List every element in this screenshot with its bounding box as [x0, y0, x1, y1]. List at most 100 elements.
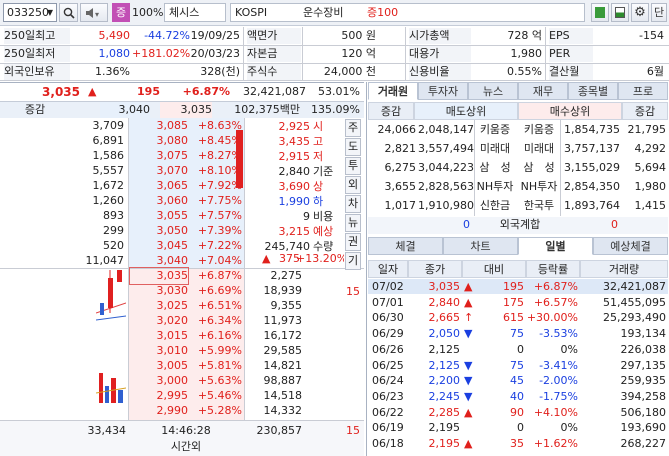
daily-rate: +6.57%	[533, 295, 578, 309]
bid-qty[interactable]: 18,939	[246, 283, 303, 299]
right-tab[interactable]: 투자자	[418, 82, 468, 100]
speaker-icon[interactable]: ▾	[80, 3, 108, 22]
lower-tab[interactable]: 예상체결	[593, 237, 668, 255]
ask-price[interactable]: 3,045	[130, 238, 189, 254]
ask-price[interactable]: 3,060	[130, 193, 189, 209]
ask-qty[interactable]: 1,586	[40, 148, 125, 164]
ask-qty[interactable]: 299	[40, 223, 124, 239]
ask-price[interactable]: 3,050	[130, 223, 189, 239]
ask-qty[interactable]: 5,557	[40, 163, 125, 179]
right-tab[interactable]: 거래원	[368, 82, 418, 100]
daily-date: 06/23	[372, 389, 404, 403]
after-hours-label[interactable]: 시간외	[130, 439, 242, 455]
gear-icon[interactable]: ⚙	[631, 3, 649, 22]
right-tab[interactable]: 뉴스	[468, 82, 518, 100]
bid-qty[interactable]: 2,275	[246, 268, 303, 284]
broker-cell[interactable]: NH투자	[518, 179, 560, 195]
side-tab[interactable]: 외	[345, 176, 361, 194]
ask-rate: +8.45%	[197, 134, 242, 147]
side-tab[interactable]: 주	[345, 119, 361, 137]
broker-cell[interactable]: 신한금	[474, 198, 516, 214]
ask-qty[interactable]: 11,047	[40, 253, 125, 269]
sub-amount: 102,375백만	[234, 103, 300, 116]
zoom-level[interactable]: 100%	[132, 4, 163, 21]
ask-price[interactable]: 3,085	[130, 118, 189, 134]
lower-tab[interactable]: 체결	[368, 237, 443, 255]
ask-rate: +8.10%	[197, 164, 242, 177]
bid-price[interactable]: 3,015	[130, 328, 189, 344]
bid-price[interactable]: 3,000	[130, 373, 189, 389]
daily-diff: 615	[503, 311, 524, 325]
ask-price[interactable]: 3,080	[130, 133, 189, 149]
bid-qty[interactable]: 14,332	[246, 403, 303, 419]
broker-cell[interactable]: 삼 성	[518, 160, 560, 176]
bid-qty[interactable]: 11,973	[246, 313, 303, 329]
bid-qty[interactable]: 9,355	[246, 298, 303, 314]
daily-close: 2,195	[428, 421, 461, 435]
daily-diff: 35	[510, 437, 524, 450]
bid-qty[interactable]: 16,172	[246, 328, 303, 344]
change-arrow: ▲	[88, 85, 97, 98]
ask-price[interactable]: 3,075	[130, 148, 189, 164]
broker-cell: 3,155,029	[564, 161, 620, 174]
mini-chart	[95, 268, 127, 423]
bid-price[interactable]: 3,025	[130, 298, 189, 314]
broker-cell[interactable]: 미래대	[474, 141, 516, 157]
foreign-sell: 0	[463, 218, 470, 231]
bid-qty[interactable]: 29,585	[246, 343, 303, 359]
ask-price[interactable]: 3,055	[130, 208, 189, 224]
bid-price[interactable]: 3,010	[130, 343, 189, 359]
broker-cell[interactable]: 키움증	[474, 122, 516, 138]
right-tab[interactable]: 프로	[618, 82, 668, 100]
side-tab[interactable]: 뉴	[345, 214, 361, 232]
bid-qty[interactable]: 98,887	[246, 373, 303, 389]
bid-price[interactable]: 3,035	[129, 267, 189, 285]
single-button[interactable]: 단	[651, 3, 667, 22]
ask-qty[interactable]: 1,672	[40, 178, 125, 194]
ask-qty[interactable]: 6,891	[40, 133, 125, 149]
right-tab[interactable]: 재무	[518, 82, 568, 100]
code-dropdown-icon[interactable]: ▼	[44, 4, 56, 21]
bid-total: 230,857	[256, 424, 303, 437]
broker-cell[interactable]: 키움증	[518, 122, 560, 138]
bid-price[interactable]: 3,020	[130, 313, 189, 329]
daily-header: 등락률	[526, 260, 580, 278]
ask-qty[interactable]: 3,709	[40, 118, 125, 134]
right-tab[interactable]: 종목별	[568, 82, 618, 100]
bid-qty[interactable]: 14,518	[246, 388, 303, 404]
ask-price[interactable]: 3,070	[130, 163, 189, 179]
lower-tab[interactable]: 일별	[518, 237, 593, 255]
chart-icon[interactable]	[611, 3, 629, 22]
ask-qty[interactable]: 520	[40, 238, 124, 254]
ask-qty[interactable]: 1,260	[40, 193, 125, 209]
ask-price[interactable]: 3,040	[130, 253, 189, 269]
side-tab[interactable]: 권	[345, 233, 361, 251]
zoom-icon[interactable]: 증	[112, 3, 130, 22]
broker-cell[interactable]: 미래대	[518, 141, 560, 157]
daily-volume: 394,258	[620, 389, 667, 403]
current-price: 3,035	[42, 85, 80, 99]
lower-tab[interactable]: 차트	[443, 237, 518, 255]
broker-cell[interactable]: 한국투	[518, 198, 560, 214]
info-cell-r2-c3: 328(천)	[200, 65, 240, 78]
side-tab[interactable]: 차	[345, 195, 361, 213]
daily-rate: 0%	[560, 421, 578, 435]
bid-price[interactable]: 2,990	[130, 403, 189, 419]
bid-qty[interactable]: 14,821	[246, 358, 303, 374]
side-tab[interactable]: 기	[345, 252, 361, 270]
bid-price[interactable]: 3,030	[130, 283, 189, 299]
stock-name: 체시스	[164, 3, 226, 22]
ask-price[interactable]: 3,065	[130, 178, 189, 194]
daily-volume: 268,227	[620, 437, 667, 450]
side-tab[interactable]: 투	[345, 157, 361, 175]
change-value: 195	[137, 85, 160, 98]
broker-cell[interactable]: 삼 성	[474, 160, 516, 176]
bid-price[interactable]: 3,005	[130, 358, 189, 374]
bid-price[interactable]: 2,995	[130, 388, 189, 404]
broker-cell[interactable]: NH투자	[474, 179, 516, 195]
link-icon[interactable]	[591, 3, 609, 22]
ask-qty[interactable]: 893	[40, 208, 124, 224]
broker-header: 매수상위	[518, 102, 622, 120]
search-icon[interactable]	[59, 3, 78, 22]
side-tab[interactable]: 도	[345, 138, 361, 156]
